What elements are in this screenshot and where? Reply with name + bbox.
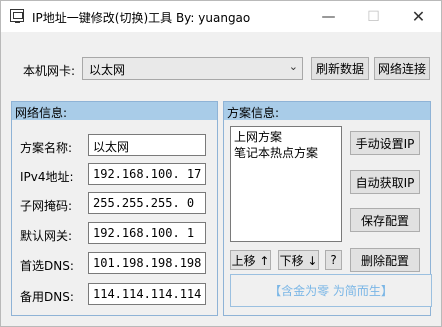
move-up-button[interactable]: 上移 ↑ — [230, 250, 271, 270]
manual-ip-button[interactable]: 手动设置IP — [350, 131, 420, 155]
chevron-down-icon: ⌄ — [288, 60, 298, 73]
refresh-button[interactable]: 刷新数据 — [311, 57, 369, 80]
scheme-name-input[interactable]: 以太网 — [88, 134, 206, 156]
gateway-label: 默认网关: — [20, 229, 73, 243]
ipv4-input[interactable]: 192.168.100. 17 — [88, 163, 206, 185]
nic-label: 本机网卡: — [23, 64, 76, 78]
ipv4-label: IPv4地址: — [20, 170, 74, 184]
help-button[interactable]: ? — [325, 250, 342, 270]
scheme-info-header: 方案信息: — [224, 102, 430, 120]
move-down-button[interactable]: 下移 ↓ — [278, 250, 319, 270]
app-icon — [10, 9, 24, 23]
primary-dns-label: 首选DNS: — [20, 259, 74, 273]
slogan-text: 【含金为零 为简而生】 — [230, 274, 432, 307]
list-item[interactable]: 笔记本热点方案 — [234, 145, 338, 161]
secondary-dns-input[interactable]: 114.114.114.114 — [88, 283, 206, 305]
network-connections-button[interactable]: 网络连接 — [374, 57, 430, 80]
secondary-dns-label: 备用DNS: — [20, 290, 74, 304]
minimize-button[interactable]: — — [306, 1, 351, 32]
delete-config-button[interactable]: 删除配置 — [350, 248, 420, 272]
app-window: IP地址一键修改(切换)工具 By: yuangao — ☐ ✕ 本机网卡: 以… — [0, 0, 442, 327]
subnet-mask-input[interactable]: 255.255.255. 0 — [88, 192, 206, 214]
network-info-header: 网络信息: — [12, 102, 217, 120]
list-item[interactable]: 上网方案 — [234, 129, 338, 145]
save-config-button[interactable]: 保存配置 — [350, 208, 420, 232]
title-bar[interactable]: IP地址一键修改(切换)工具 By: yuangao — ☐ ✕ — [1, 1, 441, 32]
primary-dns-input[interactable]: 101.198.198.198 — [88, 252, 206, 274]
nic-selected-value: 以太网 — [89, 63, 126, 77]
maximize-button[interactable]: ☐ — [351, 1, 396, 32]
nic-select[interactable]: 以太网 ⌄ — [82, 57, 303, 80]
close-button[interactable]: ✕ — [396, 1, 441, 32]
window-title: IP地址一键修改(切换)工具 By: yuangao — [32, 11, 251, 25]
scheme-list[interactable]: 上网方案 笔记本热点方案 — [230, 126, 342, 242]
auto-ip-button[interactable]: 自动获取IP — [350, 170, 420, 194]
network-info-group: 网络信息: 方案名称: 以太网 IPv4地址: 192.168.100. 17 … — [11, 101, 218, 316]
scheme-name-label: 方案名称: — [20, 141, 73, 155]
subnet-mask-label: 子网掩码: — [20, 199, 73, 213]
scheme-info-group: 方案信息: 上网方案 笔记本热点方案 上移 ↑ 下移 ↓ ? 手动设置IP 自动… — [223, 101, 432, 316]
gateway-input[interactable]: 192.168.100. 1 — [88, 222, 206, 244]
